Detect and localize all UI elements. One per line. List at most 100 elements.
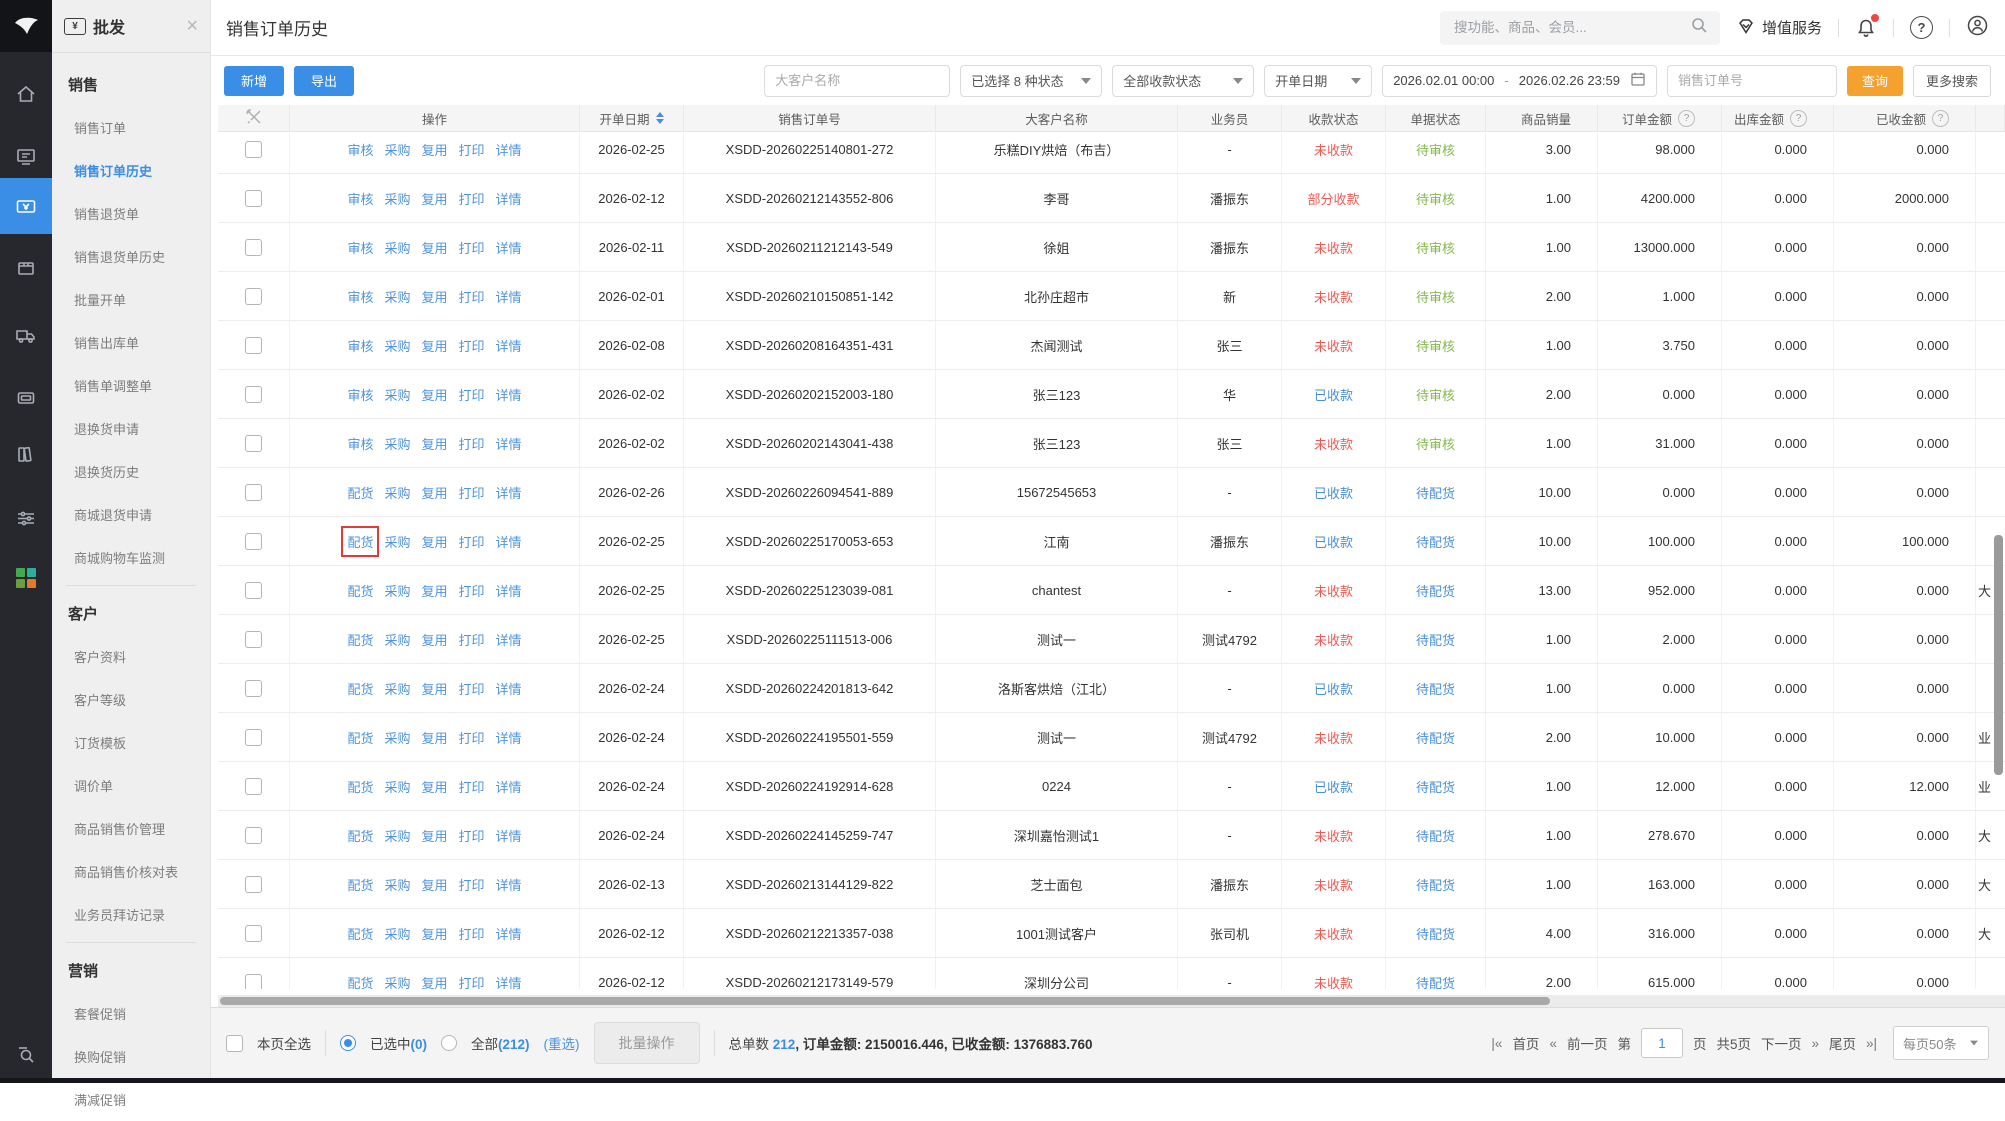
sidebar-item[interactable]: 套餐促销 (52, 992, 210, 1035)
action-link[interactable]: 详情 (496, 287, 522, 306)
action-link[interactable]: 采购 (384, 581, 410, 600)
sidebar-item[interactable]: 销售退货单历史 (52, 235, 210, 278)
global-search-input[interactable] (1452, 19, 1690, 36)
action-link[interactable]: 详情 (496, 630, 522, 649)
row-checkbox[interactable] (245, 533, 262, 550)
action-link[interactable]: 打印 (459, 189, 485, 208)
column-settings-cell[interactable] (218, 105, 290, 131)
action-link[interactable]: 打印 (459, 581, 485, 600)
action-link[interactable]: 采购 (384, 777, 410, 796)
action-link[interactable]: 详情 (496, 140, 522, 159)
action-link[interactable]: 复用 (421, 483, 447, 502)
sidebar-item[interactable]: 销售出库单 (52, 321, 210, 364)
reports-books-icon[interactable] (0, 432, 52, 476)
action-link[interactable]: 打印 (459, 826, 485, 845)
action-link[interactable]: 打印 (459, 973, 485, 990)
action-link[interactable]: 复用 (421, 679, 447, 698)
select-all-checkbox[interactable] (226, 1035, 243, 1052)
row-checkbox[interactable] (245, 484, 262, 501)
brand-logo-icon[interactable] (0, 0, 52, 52)
action-link[interactable]: 审核 (347, 189, 373, 208)
help-icon[interactable]: ? (1790, 110, 1807, 127)
action-link[interactable]: 采购 (384, 728, 410, 747)
settings-sliders-icon[interactable] (0, 496, 52, 540)
row-checkbox[interactable] (245, 337, 262, 354)
row-checkbox[interactable] (245, 680, 262, 697)
action-link[interactable]: 复用 (421, 581, 447, 600)
action-link[interactable]: 复用 (421, 826, 447, 845)
action-link[interactable]: 详情 (496, 532, 522, 551)
prev-page-icon[interactable]: « (1549, 1036, 1557, 1051)
sidebar-item[interactable]: 客户等级 (52, 678, 210, 721)
apps-grid-icon[interactable] (0, 556, 52, 600)
action-link[interactable]: 打印 (459, 924, 485, 943)
search-rail-icon[interactable] (0, 1032, 52, 1076)
action-link[interactable]: 配货 (347, 581, 373, 600)
action-link[interactable]: 配货 (347, 679, 373, 698)
add-button[interactable]: 新增 (224, 66, 284, 96)
prev-page-button[interactable]: 前一页 (1567, 1033, 1608, 1053)
action-link[interactable]: 复用 (421, 287, 447, 306)
batch-operation-button[interactable]: 批量操作 (594, 1022, 700, 1064)
sidebar-item[interactable]: 商城退货申请 (52, 493, 210, 536)
action-link[interactable]: 复用 (421, 973, 447, 990)
next-page-icon[interactable]: » (1811, 1036, 1819, 1051)
first-page-icon[interactable]: |« (1491, 1036, 1502, 1051)
export-button[interactable]: 导出 (294, 66, 354, 96)
row-checkbox[interactable] (245, 190, 262, 207)
action-link[interactable]: 采购 (384, 434, 410, 453)
first-page-button[interactable]: 首页 (1512, 1033, 1539, 1053)
sidebar-item[interactable]: 退换货历史 (52, 450, 210, 493)
action-link[interactable]: 采购 (384, 140, 410, 159)
action-link[interactable]: 审核 (347, 336, 373, 355)
delivery-truck-icon[interactable] (0, 314, 52, 358)
action-link[interactable]: 复用 (421, 238, 447, 257)
user-avatar-icon[interactable] (1966, 14, 1989, 42)
row-checkbox[interactable] (245, 288, 262, 305)
close-icon[interactable]: × (186, 16, 198, 36)
action-link[interactable]: 详情 (496, 728, 522, 747)
row-checkbox[interactable] (245, 239, 262, 256)
action-link[interactable]: 采购 (384, 875, 410, 894)
sales-banknote-icon[interactable] (0, 178, 52, 234)
action-link[interactable]: 复用 (421, 875, 447, 894)
date-to[interactable]: 2026.02.26 23:59 (1519, 73, 1620, 88)
action-link[interactable]: 详情 (496, 238, 522, 257)
action-link[interactable]: 详情 (496, 973, 522, 990)
sidebar-item[interactable]: 销售订单 (52, 106, 210, 149)
action-link[interactable]: 详情 (496, 875, 522, 894)
action-link[interactable]: 详情 (496, 483, 522, 502)
action-link[interactable]: 详情 (496, 826, 522, 845)
sidebar-item[interactable]: 商城购物车监测 (52, 536, 210, 579)
action-link[interactable]: 详情 (496, 581, 522, 600)
payment-status-select[interactable]: 全部收款状态 (1112, 65, 1254, 97)
action-link[interactable]: 复用 (421, 924, 447, 943)
row-checkbox[interactable] (245, 582, 262, 599)
action-link[interactable]: 采购 (384, 483, 410, 502)
all-radio[interactable] (441, 1035, 457, 1051)
action-link[interactable]: 打印 (459, 630, 485, 649)
action-link[interactable]: 打印 (459, 483, 485, 502)
orders-screen-icon[interactable] (0, 134, 52, 178)
row-checkbox[interactable] (245, 778, 262, 795)
products-box-icon[interactable] (0, 246, 52, 290)
action-link[interactable]: 采购 (384, 336, 410, 355)
date-range-picker[interactable]: 2026.02.01 00:00 - 2026.02.26 23:59 (1382, 65, 1657, 97)
finance-register-icon[interactable] (0, 376, 52, 420)
action-link[interactable]: 打印 (459, 385, 485, 404)
action-link[interactable]: 审核 (347, 434, 373, 453)
action-link[interactable]: 采购 (384, 973, 410, 990)
page-size-select[interactable]: 每页50条 (1893, 1026, 1989, 1060)
action-link[interactable]: 审核 (347, 140, 373, 159)
action-link[interactable]: 详情 (496, 385, 522, 404)
sidebar-item[interactable]: 业务员拜访记录 (52, 893, 210, 936)
action-link[interactable]: 采购 (384, 679, 410, 698)
help-icon[interactable]: ? (1932, 110, 1949, 127)
row-checkbox[interactable] (245, 827, 262, 844)
help-icon[interactable]: ? (1678, 110, 1695, 127)
action-link[interactable]: 打印 (459, 434, 485, 453)
action-link[interactable]: 复用 (421, 336, 447, 355)
row-checkbox[interactable] (245, 386, 262, 403)
sidebar-item[interactable]: 商品销售价管理 (52, 807, 210, 850)
sidebar-item[interactable]: 销售订单历史 (52, 149, 210, 192)
